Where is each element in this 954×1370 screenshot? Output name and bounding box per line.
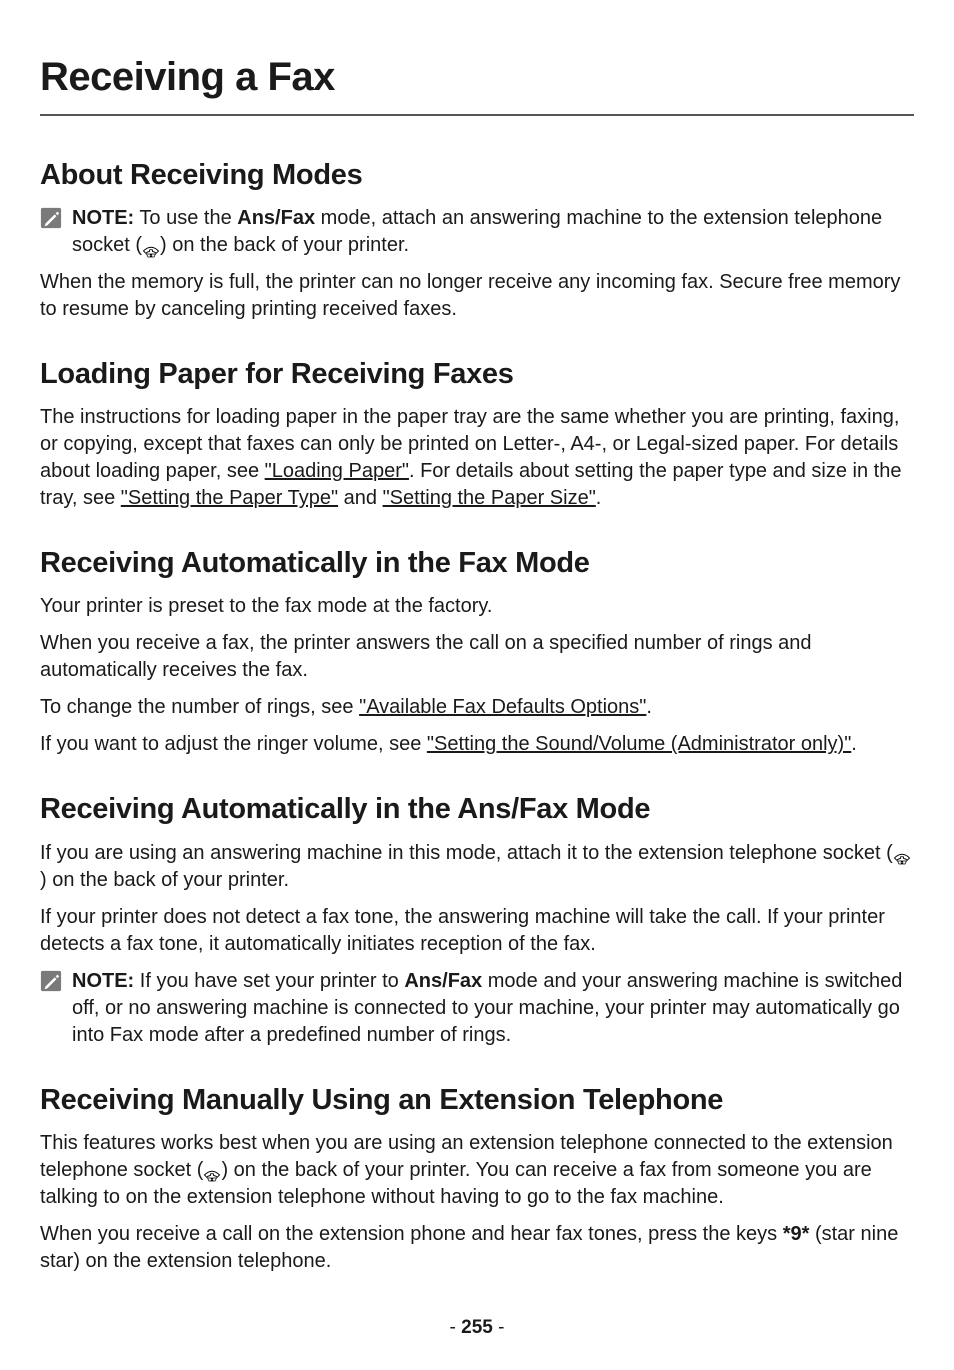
auto-fax-paragraph: If you want to adjust the ringer volume,… xyxy=(40,731,914,758)
text-segment: and xyxy=(338,487,382,509)
note-segment: ) on the back of your printer. xyxy=(160,234,409,256)
note-text: NOTE: To use the Ans/Fax mode, attach an… xyxy=(72,205,914,259)
text-segment: If you are using an answering machine in… xyxy=(40,842,893,864)
page-number-prefix: - xyxy=(450,1317,462,1338)
auto-fax-paragraph: To change the number of rings, see "Avai… xyxy=(40,694,914,721)
text-segment: ) on the back of your printer. xyxy=(40,869,289,891)
auto-fax-paragraph: Your printer is preset to the fax mode a… xyxy=(40,593,914,620)
fax-defaults-link[interactable]: "Available Fax Defaults Options" xyxy=(359,696,646,718)
manual-ext-paragraph: This features works best when you are us… xyxy=(40,1130,914,1211)
loading-paper-link[interactable]: "Loading Paper" xyxy=(265,460,409,482)
title-divider xyxy=(40,114,914,116)
phone-icon xyxy=(142,239,160,253)
auto-ansfax-paragraph: If you are using an answering machine in… xyxy=(40,840,914,894)
setting-paper-size-link[interactable]: "Setting the Paper Size" xyxy=(383,487,596,509)
auto-ansfax-heading: Receiving Automatically in the Ans/Fax M… xyxy=(40,790,914,829)
text-segment: To change the number of rings, see xyxy=(40,696,359,718)
text-segment: When you receive a call on the extension… xyxy=(40,1223,783,1245)
pencil-note-icon xyxy=(40,207,62,229)
page-number-suffix: - xyxy=(493,1317,505,1338)
note-about-modes: NOTE: To use the Ans/Fax mode, attach an… xyxy=(40,205,914,259)
text-segment: . xyxy=(596,487,602,509)
phone-icon xyxy=(893,846,911,860)
star-nine-star-bold: *9* xyxy=(783,1223,810,1245)
note-text: NOTE: If you have set your printer to An… xyxy=(72,968,914,1049)
loading-paper-heading: Loading Paper for Receiving Faxes xyxy=(40,355,914,394)
ansfax-bold: Ans/Fax xyxy=(237,207,315,229)
manual-ext-heading: Receiving Manually Using an Extension Te… xyxy=(40,1081,914,1120)
page-title: Receiving a Fax xyxy=(40,50,914,104)
about-modes-paragraph: When the memory is full, the printer can… xyxy=(40,269,914,323)
note-label: NOTE: xyxy=(72,970,134,992)
page-number-value: 255 xyxy=(461,1317,493,1338)
text-segment: . xyxy=(646,696,652,718)
page-number: - 255 - xyxy=(40,1315,914,1341)
note-label: NOTE: xyxy=(72,207,134,229)
phone-icon xyxy=(203,1163,221,1177)
note-segment: To use the xyxy=(134,207,237,229)
note-auto-ansfax: NOTE: If you have set your printer to An… xyxy=(40,968,914,1049)
text-segment: . xyxy=(851,733,857,755)
auto-ansfax-paragraph: If your printer does not detect a fax to… xyxy=(40,904,914,958)
manual-ext-paragraph: When you receive a call on the extension… xyxy=(40,1221,914,1275)
setting-paper-type-link[interactable]: "Setting the Paper Type" xyxy=(121,487,338,509)
note-segment: If you have set your printer to xyxy=(134,970,404,992)
auto-fax-paragraph: When you receive a fax, the printer answ… xyxy=(40,630,914,684)
loading-paper-paragraph: The instructions for loading paper in th… xyxy=(40,404,914,512)
text-segment: If you want to adjust the ringer volume,… xyxy=(40,733,427,755)
pencil-note-icon xyxy=(40,970,62,992)
auto-fax-heading: Receiving Automatically in the Fax Mode xyxy=(40,544,914,583)
ansfax-bold: Ans/Fax xyxy=(404,970,482,992)
sound-volume-link[interactable]: "Setting the Sound/Volume (Administrator… xyxy=(427,733,851,755)
about-modes-heading: About Receiving Modes xyxy=(40,156,914,195)
